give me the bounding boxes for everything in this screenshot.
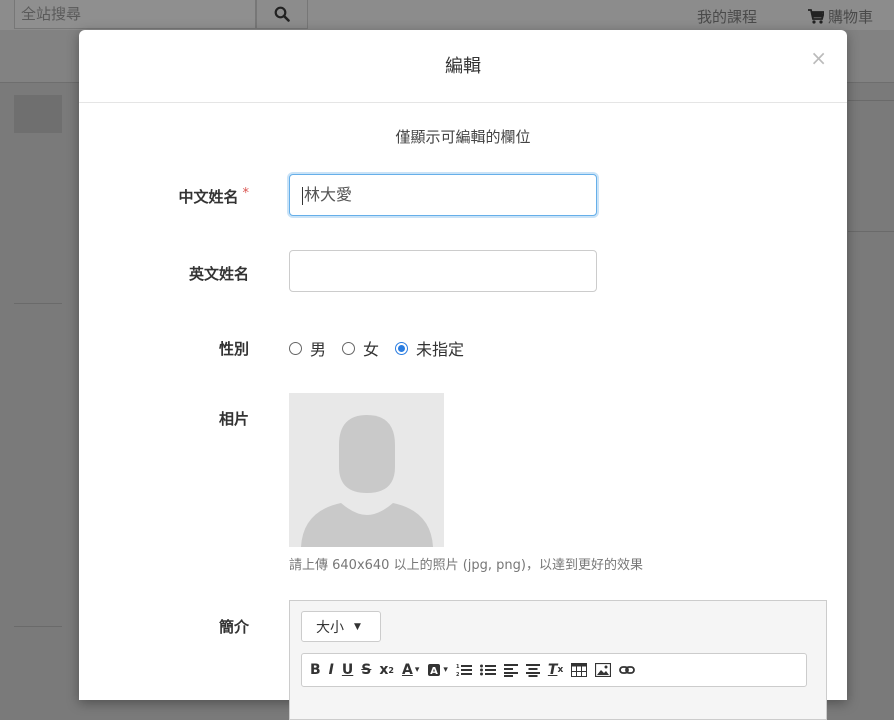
editable-fields-notice: 僅顯示可編輯的欄位 [395,128,531,146]
chinese-name-input[interactable]: 林大愛 [289,174,597,216]
right-panel [848,100,894,232]
sidebar-divider [14,303,62,304]
font-size-dropdown[interactable]: 大小 ▼ [301,611,381,642]
english-name-label: 英文姓名 [188,265,249,283]
text-color-icon[interactable]: A ▾ [402,662,419,678]
gender-option-label: 女 [363,340,380,359]
align-left-icon[interactable] [503,663,518,677]
nav-my-courses[interactable]: 我的課程 [697,6,757,27]
background-color-icon[interactable]: A ▾ [427,663,448,677]
gender-radio-group: 男 女 未指定 [289,336,480,360]
superscript-icon[interactable]: x2 [379,662,394,678]
bold-icon[interactable]: B [310,662,321,678]
photo-label: 相片 [218,410,249,428]
avatar-placeholder-icon [289,393,444,547]
modal-title: 編輯 [445,56,481,77]
gender-option-label: 男 [310,340,327,359]
chinese-name-label-text: 中文姓名 [178,188,239,206]
modal-header: 編輯 × [79,30,847,103]
search-button[interactable] [256,0,308,29]
gender-label: 性別 [218,340,249,358]
photo-hint: 請上傳 640x640 以上的照片 (jpg, png)，以達到更好的效果 [289,558,643,573]
sidebar-block [14,95,62,133]
site-header: 全站搜尋 我的課程 購物車 [0,0,894,31]
chinese-name-label: 中文姓名 * [79,186,249,207]
link-icon[interactable] [619,664,636,676]
bio-rich-text-editor: 大小 ▼ B I U S x2 A ▾ A ▾ 12 Tx [289,600,827,720]
gender-option-male[interactable]: 男 [289,336,326,360]
nav-cart[interactable]: 購物車 [808,6,873,27]
cart-icon [808,9,824,24]
clear-format-icon[interactable]: Tx [548,662,563,678]
required-mark: * [242,186,250,201]
caret-down-icon: ▼ [354,621,361,632]
avatar-upload[interactable] [289,393,444,547]
svg-text:2: 2 [456,672,460,677]
bullet-list-icon[interactable] [479,663,496,677]
gender-option-female[interactable]: 女 [342,336,379,360]
gender-option-label: 未指定 [416,340,465,359]
font-size-dropdown-label: 大小 [316,619,344,636]
close-button[interactable]: × [810,48,827,68]
ordered-list-icon[interactable]: 12 [456,663,472,677]
radio-circle-icon[interactable] [289,341,302,355]
align-center-icon[interactable] [525,663,540,677]
english-name-input[interactable] [289,250,597,292]
image-icon[interactable] [595,663,612,677]
text-caret [302,186,303,205]
chinese-name-value: 林大愛 [304,185,353,204]
editor-toolbar: B I U S x2 A ▾ A ▾ 12 Tx [301,653,807,687]
edit-modal: 編輯 × 僅顯示可編輯的欄位 中文姓名 * 林大愛 英文姓名 性別 男 女 未指定… [79,30,847,720]
italic-icon[interactable]: I [329,662,334,678]
nav-cart-label: 購物車 [828,8,874,26]
radio-circle-icon[interactable] [342,341,356,355]
search-icon [274,6,290,22]
strikethrough-icon[interactable]: S [361,662,371,678]
table-icon[interactable] [571,663,588,677]
sidebar-divider [14,626,62,627]
svg-text:A: A [430,666,438,677]
underline-icon[interactable]: U [342,662,353,678]
gender-option-unspecified[interactable]: 未指定 [395,336,464,360]
radio-checked-icon[interactable] [395,341,409,355]
bio-label: 簡介 [218,618,249,636]
svg-text:1: 1 [456,664,460,670]
site-search-input[interactable]: 全站搜尋 [14,0,256,29]
